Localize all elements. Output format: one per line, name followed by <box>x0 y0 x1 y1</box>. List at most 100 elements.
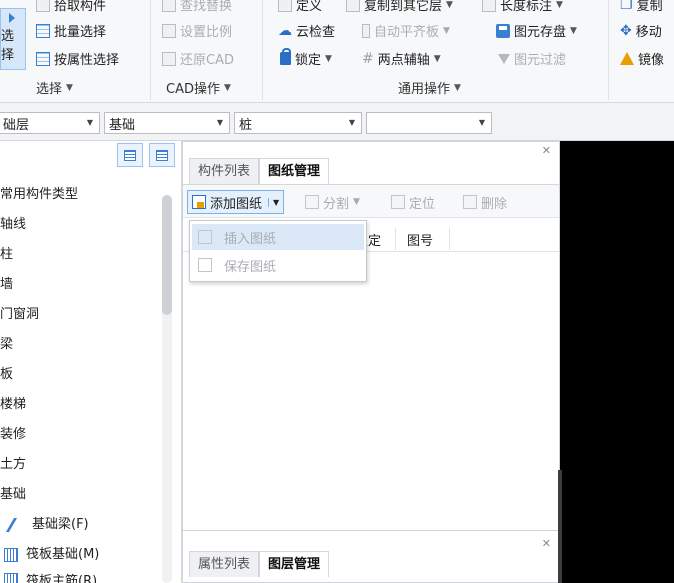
tab-layer-management[interactable]: 图层管理 <box>259 551 330 577</box>
save-element-button[interactable]: 图元存盘 ▼ <box>496 21 577 40</box>
common-group-label[interactable]: 通用操作 ▼ <box>398 78 461 97</box>
tree-scrollbar[interactable] <box>162 195 172 583</box>
tab-component-list[interactable]: 构件列表 <box>189 158 260 184</box>
tree-item[interactable]: 门窗洞 <box>0 305 39 325</box>
component-select[interactable]: 桩 ▼ <box>234 112 362 134</box>
column-divider[interactable] <box>395 228 396 250</box>
chevron-down-icon: ▼ <box>454 82 461 93</box>
select-button[interactable]: 选择 <box>0 8 26 70</box>
mirror-icon <box>620 52 634 65</box>
filter-icon <box>498 53 510 64</box>
list-icon <box>124 149 136 161</box>
define-icon <box>278 0 292 12</box>
chevron-down-icon: ▼ <box>223 82 231 93</box>
attr-select-icon <box>36 51 50 66</box>
save-drawing-menu-item[interactable]: 保存图纸 <box>192 252 364 278</box>
split-icon <box>305 195 319 209</box>
length-mark-button[interactable]: 长度标注 ▼ <box>482 0 563 14</box>
close-icon[interactable]: ✕ <box>542 537 551 550</box>
pick-component-button[interactable]: 拾取构件 <box>36 0 106 14</box>
tree-item[interactable]: 装修 <box>0 425 26 445</box>
length-icon <box>482 0 496 12</box>
scroll-thumb[interactable] <box>162 195 172 315</box>
batch-select-button[interactable]: 批量选择 <box>36 21 106 40</box>
insert-drawing-menu-item[interactable]: 插入图纸 <box>192 224 364 250</box>
split-button[interactable]: 分割 ▼ <box>305 190 360 214</box>
auto-flatten-button[interactable]: 自动平齐板 ▼ <box>362 21 450 40</box>
lock-icon <box>280 48 291 65</box>
tree-item[interactable]: 楼梯 <box>0 395 26 415</box>
tab-drawing-management[interactable]: 图纸管理 <box>259 158 330 184</box>
copy-layer-icon <box>346 0 360 12</box>
tree-toolbar <box>117 143 175 167</box>
chevron-down-icon: ▼ <box>86 118 93 127</box>
ribbon-divider <box>608 0 609 100</box>
move-icon: ✥ <box>620 22 632 39</box>
define-button[interactable]: 定义 <box>278 0 322 14</box>
tree-item[interactable]: 梁 <box>0 335 13 355</box>
mirror-button[interactable]: 镜像 <box>620 49 664 68</box>
locate-button[interactable]: 定位 <box>391 190 435 214</box>
ribbon: 选择 拾取构件 批量选择 按属性选择 选择 ▼ 查找替换 设置比例 还原CAD C… <box>0 0 674 103</box>
cloud-check-button[interactable]: ☁ 云检查 <box>278 21 335 41</box>
copy-icon: ❐ <box>620 0 633 13</box>
chevron-down-icon[interactable]: ▼ <box>268 197 279 207</box>
chevron-down-icon: ▼ <box>556 0 563 10</box>
flatten-icon <box>362 23 370 38</box>
sub-component-select[interactable]: ▼ <box>366 112 492 134</box>
find-replace-button[interactable]: 查找替换 <box>162 0 232 14</box>
element-filter-button[interactable]: 图元过滤 <box>498 49 566 68</box>
find-icon <box>162 0 176 12</box>
detail-view-button[interactable] <box>149 143 175 167</box>
tab-property-list[interactable]: 属性列表 <box>189 551 260 577</box>
lock-button[interactable]: 锁定 ▼ <box>280 48 332 68</box>
select-group-label[interactable]: 选择 ▼ <box>36 78 73 97</box>
axis-icon: # <box>362 50 374 67</box>
cursor-icon <box>9 13 15 23</box>
cloud-icon: ☁ <box>278 22 292 39</box>
tree-item[interactable]: 常用构件类型 <box>0 185 78 205</box>
tree-item[interactable]: 筏板基础(M) <box>4 545 99 565</box>
column-drawing-number[interactable]: 图号 <box>407 230 433 249</box>
tree-item[interactable]: 柱 <box>0 245 13 265</box>
tree-item[interactable]: 基础 <box>0 485 26 505</box>
tree-item[interactable]: 轴线 <box>0 215 26 235</box>
two-point-axis-button[interactable]: # 两点辅轴 ▼ <box>362 49 441 69</box>
restore-icon <box>162 51 176 66</box>
drawing-canvas[interactable] <box>560 141 674 583</box>
add-drawing-icon <box>192 195 206 209</box>
close-icon[interactable]: ✕ <box>542 144 551 157</box>
canvas-scrollbar[interactable] <box>558 470 562 583</box>
chevron-down-icon: ▼ <box>433 53 441 64</box>
column-divider[interactable] <box>449 228 450 250</box>
panel-tabs: 构件列表 图纸管理 <box>189 158 330 184</box>
tree-item[interactable]: 土方 <box>0 455 26 475</box>
foundation-beam-icon <box>5 518 29 532</box>
list-view-button[interactable] <box>117 143 143 167</box>
copy-button[interactable]: ❐ 复制 <box>620 0 663 14</box>
select-button-label: 选择 <box>1 29 15 63</box>
delete-button[interactable]: 删除 <box>463 190 507 214</box>
raft-rebar-icon <box>4 573 18 583</box>
ratio-icon <box>162 23 176 38</box>
chevron-down-icon: ▼ <box>446 0 453 10</box>
restore-cad-button[interactable]: 还原CAD <box>162 49 234 68</box>
copy-to-layer-button[interactable]: 复制到其它层 ▼ <box>346 0 453 14</box>
tree-item[interactable]: 板 <box>0 365 13 385</box>
chevron-down-icon: ▼ <box>353 197 360 207</box>
tree-item[interactable]: 基础梁(F) <box>4 515 89 535</box>
add-drawing-button[interactable]: 添加图纸 ▼ <box>187 190 285 214</box>
chevron-down-icon: ▼ <box>325 53 332 64</box>
set-ratio-button[interactable]: 设置比例 <box>162 21 232 40</box>
tree-item[interactable]: 筏板主筋(R) <box>4 573 97 583</box>
property-tabs: 属性列表 图层管理 <box>189 551 330 577</box>
select-by-attr-button[interactable]: 按属性选择 <box>36 49 119 68</box>
category-select[interactable]: 基础 ▼ <box>104 112 230 134</box>
chevron-down-icon: ▼ <box>443 25 450 36</box>
raft-foundation-icon <box>4 548 18 562</box>
floor-select[interactable]: 础层 ▼ <box>0 112 100 134</box>
move-button[interactable]: ✥ 移动 <box>620 21 662 41</box>
save-icon <box>496 23 510 38</box>
cad-group-label[interactable]: CAD操作 ▼ <box>166 78 231 97</box>
tree-item[interactable]: 墙 <box>0 275 13 295</box>
